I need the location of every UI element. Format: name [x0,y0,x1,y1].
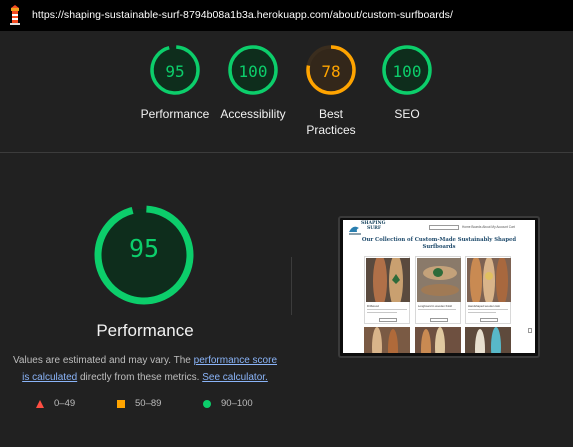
thumb-card: Handshaped wooden twin [465,256,511,324]
thumb-card: Longboard in wooden finish [415,256,461,324]
thumb-card-image [366,258,410,302]
legend-average: 50–89 [117,398,161,409]
thumb-scroll-button [528,328,532,333]
thumb-heading-line1: Our Collection of Custom-Made Sustainabl… [361,237,517,243]
thumb-heading-line2: Surfboards [422,244,456,250]
thumb-card-caption: Handshaped wooden twin [468,304,501,308]
lighthouse-icon [10,5,20,25]
thumb-brand-line2: SURF [367,226,382,231]
performance-title: Performance [96,321,194,340]
legend-range: 90–100 [221,398,253,409]
performance-description: Values are estimated and may vary. The p… [8,352,282,386]
circle-icon [203,399,211,408]
page-url[interactable]: https://shaping-sustainable-surf-8794b08… [32,9,453,21]
thumb-card-row2 [465,327,511,353]
thumb-heading: Our Collection of Custom-Made Sustainabl… [353,237,525,251]
thumb-card-caption: Driftwood [367,304,379,308]
triangle-icon [36,399,44,408]
legend-range: 50–89 [135,398,162,409]
legend-fail: 0–49 [36,398,75,409]
square-icon [117,399,125,408]
thumb-card-caption: Longboard in wooden finish [418,304,453,308]
thumb-card-row2 [364,327,410,353]
desc-text-1: Values are estimated and may vary. The [12,355,194,366]
section-divider [0,152,573,153]
thumb-card-image [467,258,511,302]
legend-range: 0–49 [54,398,76,409]
thumb-card-row2 [415,327,461,353]
thumb-brand: SHAPING SURF [361,221,385,231]
desc-text-2: directly from these metrics. [77,372,203,383]
is-calculated-link[interactable]: is calculated [22,372,77,383]
performance-score-link[interactable]: performance score [194,355,277,366]
thumb-search [429,225,459,230]
thumb-nav: Home Boards About My Account Cart [462,225,515,229]
legend-pass: 90–100 [203,398,253,409]
performance-score-large: 95 [128,234,160,263]
gauge-label: SEO [394,107,420,121]
see-calculator-link[interactable]: See calculator. [202,372,268,383]
score-legend: 0–49 50–89 90–100 [0,398,300,412]
thumb-card: Driftwood [364,256,410,324]
thumb-card-image [417,258,461,302]
final-screenshot[interactable]: SHAPING SURF Home Boards About My Accoun… [343,220,535,353]
vertical-divider [291,257,292,315]
gauge-score: 100 [392,62,422,81]
